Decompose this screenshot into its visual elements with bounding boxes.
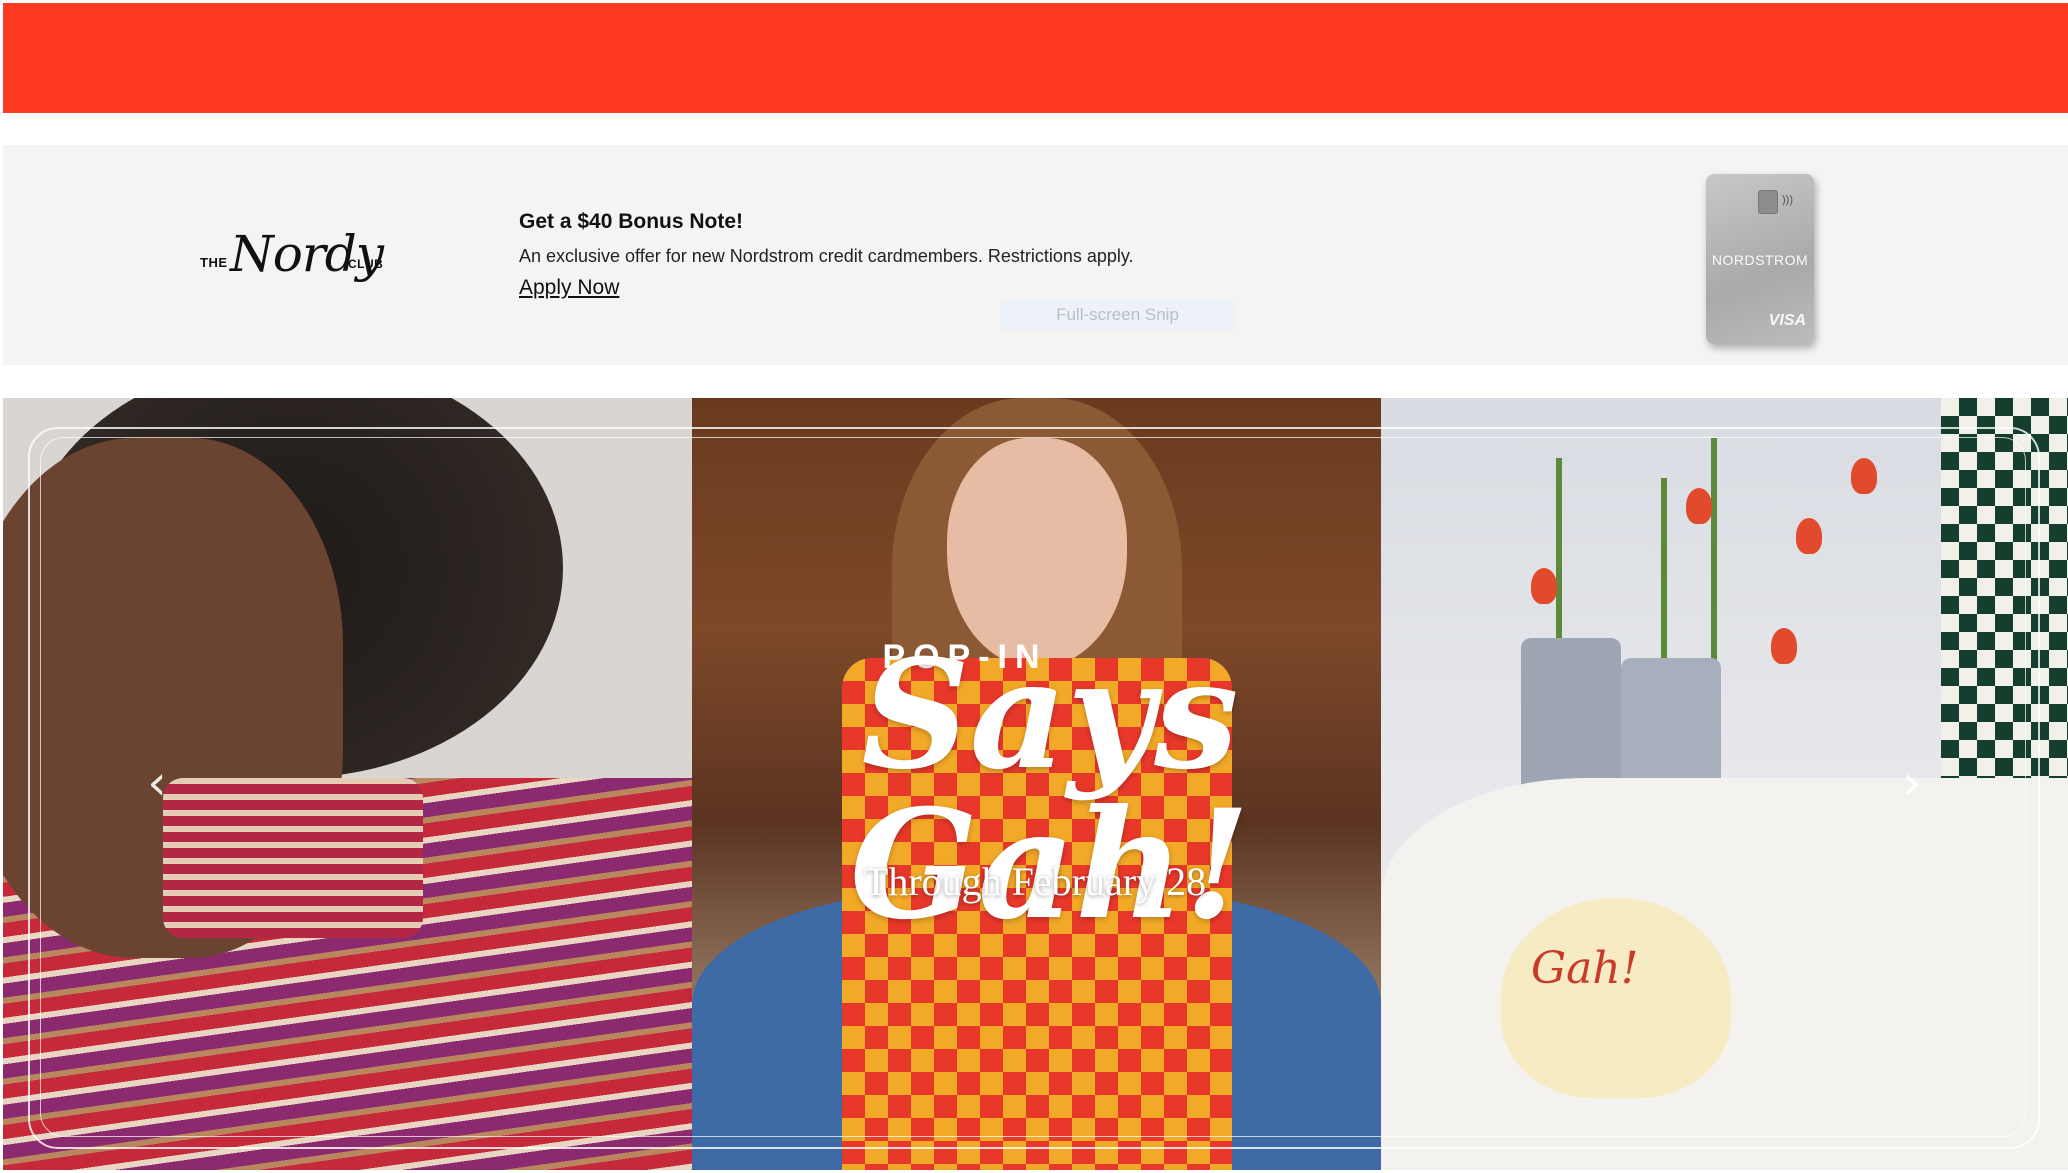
visa-logo: VISA — [1768, 312, 1806, 329]
logo-suffix: CLUB — [348, 257, 384, 271]
tulip — [1771, 628, 1797, 664]
top-banner[interactable] — [3, 3, 2068, 113]
hero-subline: Through February 28 — [863, 859, 1207, 904]
nordy-club-logo[interactable]: THE Nordy CLUB — [200, 225, 390, 295]
hero-image-left — [3, 398, 692, 1170]
cap-text: Gah! — [1531, 943, 1639, 994]
promo-description: An exclusive offer for new Nordstrom cre… — [519, 246, 1134, 266]
tulip — [1686, 488, 1712, 524]
logo-script: Nordy — [230, 225, 384, 283]
hero-image-right: Gah! — [1381, 398, 2068, 1170]
tulip-stem — [1711, 438, 1717, 668]
striped-turtleneck — [163, 778, 423, 938]
logo-prefix: THE — [200, 255, 228, 270]
tulip — [1851, 458, 1877, 494]
contactless-icon: ))) — [1782, 194, 1793, 206]
card-brand-text: NORDSTROM — [1711, 252, 1809, 268]
carousel-prev-arrow-icon[interactable]: ‹ — [137, 758, 177, 808]
card-chip-icon — [1758, 190, 1778, 214]
apply-now-link[interactable]: Apply Now — [519, 276, 619, 300]
cap — [1501, 898, 1731, 1098]
tulip-stem — [1661, 478, 1667, 678]
tulip — [1531, 568, 1557, 604]
promo-title: Get a $40 Bonus Note! — [519, 210, 744, 233]
tulip-stem — [1556, 458, 1562, 658]
carousel-next-arrow-icon[interactable]: › — [1892, 758, 1932, 808]
tulip — [1796, 518, 1822, 554]
credit-card-image[interactable]: ))) NORDSTROM VISA — [1706, 174, 1814, 344]
full-screen-snip-label[interactable]: Full-screen Snip — [1000, 300, 1235, 330]
